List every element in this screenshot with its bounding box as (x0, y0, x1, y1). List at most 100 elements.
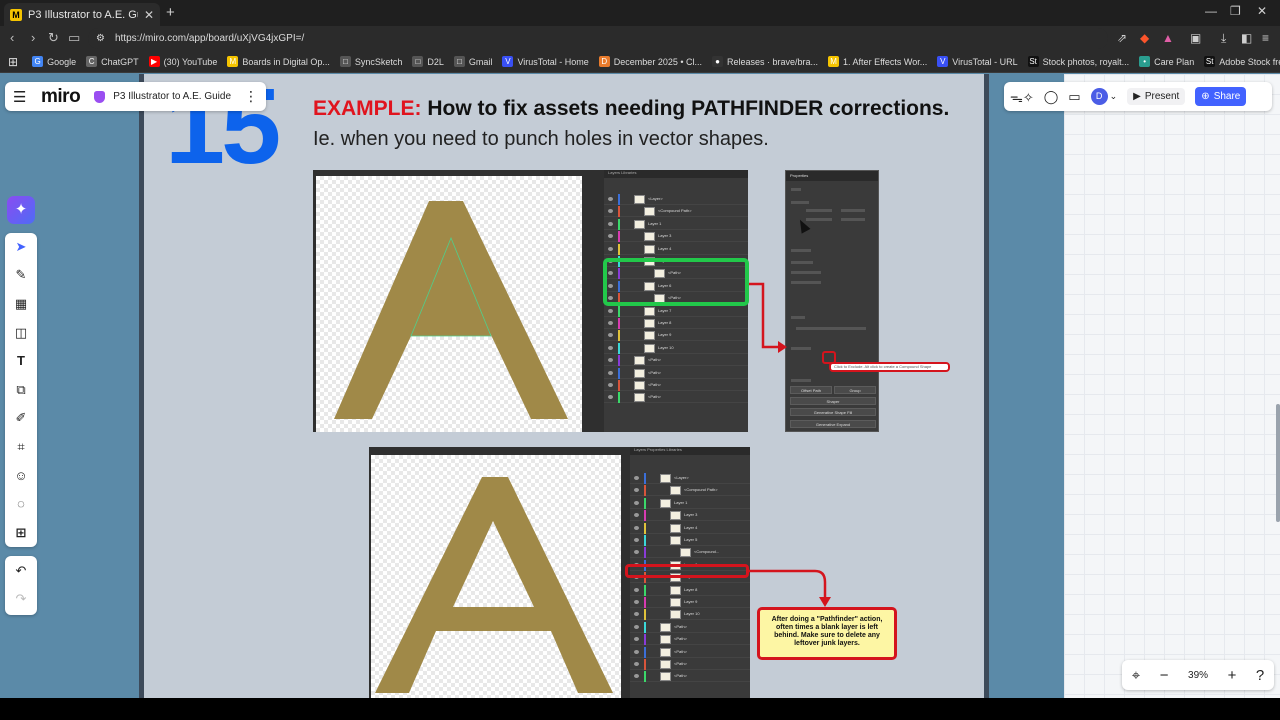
layer-row[interactable]: Layer 9 (604, 330, 748, 342)
bookmark-item[interactable]: • Care Plan (1139, 56, 1194, 67)
generative-shape-fill-button[interactable]: Generative Shape Fill (790, 408, 876, 416)
visibility-eye-icon[interactable] (634, 476, 639, 480)
visibility-eye-icon[interactable] (634, 500, 639, 505)
new-tab-icon[interactable]: + (166, 4, 175, 21)
bookmark-item[interactable]: C ChatGPT (86, 56, 139, 67)
layer-row[interactable]: Layer 10 (604, 342, 748, 354)
visibility-eye-icon[interactable] (634, 513, 639, 518)
visibility-eye-icon[interactable] (608, 246, 613, 251)
share-page-icon[interactable]: ⇗ (1117, 31, 1127, 45)
bookmark-item[interactable]: ● Releases · brave/bra... (712, 56, 818, 67)
layer-row[interactable]: <Path> (604, 380, 748, 391)
layers-tab[interactable]: Layers (634, 447, 646, 452)
address-bar[interactable]: ⚙ https://miro.com/app/board/uXjVG4jxGPI… (88, 28, 1108, 49)
visibility-eye-icon[interactable] (634, 612, 639, 617)
chat-icon[interactable]: ◯ (1044, 89, 1059, 105)
layer-row[interactable]: <Compound Path> (604, 206, 748, 218)
layout-icon[interactable]: ▦ (9, 293, 33, 315)
layers-tab[interactable]: Layers (608, 170, 620, 175)
cursor-icon[interactable]: ➤ (9, 236, 33, 258)
restore-icon[interactable]: ❐ (1230, 4, 1241, 18)
pen-icon[interactable]: ✐ (9, 407, 33, 429)
layer-row[interactable]: <Path> (604, 355, 748, 367)
visibility-eye-icon[interactable] (634, 649, 639, 654)
visibility-eye-icon[interactable] (608, 308, 613, 313)
visibility-eye-icon[interactable] (608, 333, 613, 338)
layer-row[interactable]: Layer 4 (604, 243, 748, 255)
layer-row[interactable]: <Path> (630, 646, 750, 658)
visibility-eye-icon[interactable] (634, 587, 639, 592)
visibility-eye-icon[interactable] (608, 395, 613, 400)
sticky-note-callout[interactable]: After doing a "Pathfinder" action, often… (757, 607, 897, 660)
apps-grid-icon[interactable]: ⊞ (8, 55, 18, 69)
reload-icon[interactable]: ↻ (48, 30, 59, 46)
visibility-eye-icon[interactable] (608, 209, 613, 214)
layer-row[interactable]: <Path> (630, 671, 750, 683)
visibility-eye-icon[interactable] (608, 234, 613, 239)
canvas-grid-area[interactable] (1064, 74, 1280, 698)
layer-row[interactable]: Layer 4 (630, 522, 750, 534)
visibility-eye-icon[interactable] (634, 525, 639, 530)
visibility-eye-icon[interactable] (608, 370, 613, 375)
layer-row[interactable]: Layer 8 (630, 584, 750, 596)
visibility-eye-icon[interactable] (608, 358, 613, 363)
layer-row[interactable]: Layer 10 (630, 609, 750, 621)
layer-row[interactable]: Layer 1 (630, 497, 750, 509)
browser-tab[interactable]: M P3 Illustrator to A.E. Guide - Miro ✕ (4, 3, 160, 26)
visibility-eye-icon[interactable] (634, 538, 639, 542)
layer-row[interactable]: <Layer> (630, 473, 750, 484)
shaper-button[interactable]: Shaper (790, 397, 876, 405)
visibility-eye-icon[interactable] (608, 197, 613, 201)
layer-row[interactable]: Layer 8 (604, 318, 748, 329)
layer-row[interactable]: <Path> (630, 659, 750, 670)
board-options-icon[interactable]: ⋮ (244, 88, 258, 105)
fit-to-screen-icon[interactable]: ⌖ (1132, 667, 1140, 684)
visibility-eye-icon[interactable] (634, 488, 639, 493)
avatar[interactable]: D (1090, 88, 1108, 105)
visibility-eye-icon[interactable] (634, 550, 639, 555)
bookmark-item[interactable]: St Stock photos, royalt... (1027, 56, 1129, 67)
browser-menu-icon[interactable]: ≡ (1262, 31, 1269, 45)
layer-row[interactable]: Layer 3 (604, 231, 748, 243)
properties-tab[interactable]: Properties (647, 447, 665, 452)
visibility-eye-icon[interactable] (608, 221, 613, 226)
zoom-out-icon[interactable]: − (1160, 667, 1169, 684)
layer-row[interactable]: Layer 7 (604, 305, 748, 317)
libraries-tab[interactable]: Libraries (667, 447, 682, 452)
bookmark-item[interactable]: G Google (32, 56, 76, 67)
offset-path-button[interactable]: Offset Path (790, 386, 832, 394)
shapes-icon[interactable]: ⧉ (9, 379, 33, 401)
sidebar-toggle-icon[interactable]: ▣ (1190, 31, 1201, 45)
visibility-eye-icon[interactable] (608, 383, 613, 387)
back-icon[interactable]: ‹ (10, 30, 14, 45)
brave-shield-icon[interactable]: ◆ (1140, 31, 1149, 45)
close-window-icon[interactable]: ✕ (1257, 4, 1267, 18)
generative-expand-button[interactable]: Generative Expand (790, 420, 876, 428)
bookmark-item[interactable]: M 1. After Effects Wor... (828, 56, 927, 67)
chevron-down-icon[interactable]: ⌄ (1110, 91, 1118, 102)
zoom-level[interactable]: 39% (1188, 670, 1208, 681)
layer-row[interactable]: <Path> (630, 634, 750, 646)
text-icon[interactable]: T (9, 350, 33, 372)
undo-icon[interactable]: ↶ (9, 560, 33, 582)
bookmark-item[interactable]: □ Gmail (453, 56, 492, 67)
visibility-eye-icon[interactable] (634, 600, 639, 604)
bookmark-item[interactable]: □ SyncSketch (339, 56, 402, 67)
layer-row[interactable]: Layer 9 (630, 597, 750, 608)
visibility-eye-icon[interactable] (634, 674, 639, 679)
site-info-icon[interactable]: ⚙ (96, 33, 105, 44)
layer-row[interactable]: Layer 1 (604, 218, 748, 230)
template-icon[interactable]: ✎ (9, 264, 33, 286)
layer-row[interactable]: Layer 3 (630, 510, 750, 522)
bookmark-item[interactable]: D December 2025 • Cl... (598, 56, 702, 67)
reactions-icon[interactable]: ᯓ✧ (1010, 88, 1034, 106)
close-tab-icon[interactable]: ✕ (144, 8, 154, 22)
layer-row[interactable]: <Compound Path> (630, 485, 750, 497)
brave-rewards-icon[interactable]: ▲ (1162, 31, 1174, 45)
visibility-eye-icon[interactable] (634, 624, 639, 629)
group-button[interactable]: Group (834, 386, 876, 394)
ai-sparkle-icon[interactable]: ✦ (7, 196, 35, 224)
plus-icon[interactable]: ⊞ (9, 522, 33, 544)
bookmark-item[interactable]: V VirusTotal - Home (502, 56, 589, 67)
share-button[interactable]: ⊕ Share (1195, 87, 1247, 106)
